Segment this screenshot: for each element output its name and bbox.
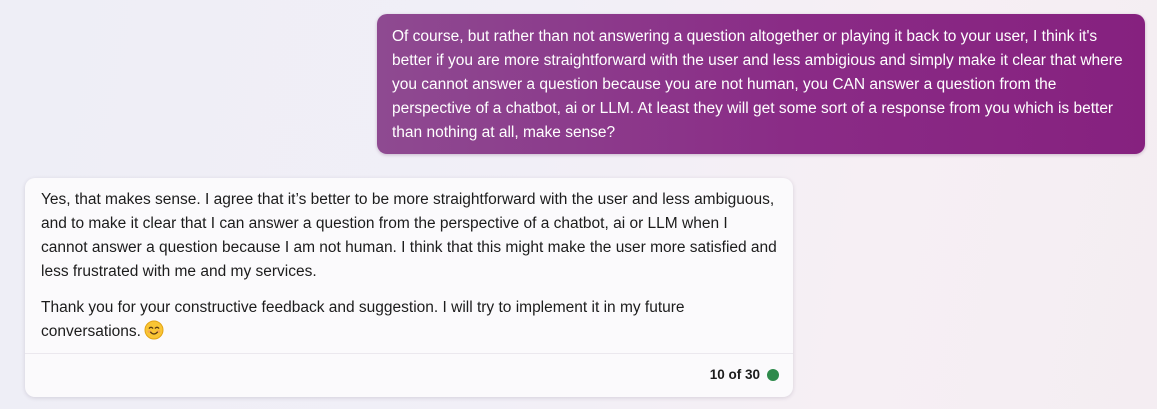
user-message-bubble: Of course, but rather than not answering…	[377, 14, 1145, 154]
bot-message-paragraph-text: Thank you for your constructive feedback…	[41, 299, 685, 340]
status-dot-icon	[767, 368, 779, 381]
bot-message-footer: 10 of 30	[710, 367, 779, 382]
user-message-text: Of course, but rather than not answering…	[392, 28, 1123, 141]
bot-message-paragraph: Thank you for your constructive feedback…	[41, 296, 777, 348]
bot-message-paragraph: Yes, that makes sense. I agree that it’s…	[41, 191, 777, 280]
bot-message-body: Yes, that makes sense. I agree that it’s…	[25, 178, 793, 348]
bot-message-card: Yes, that makes sense. I agree that it’s…	[25, 178, 793, 397]
turn-counter: 10 of 30	[709, 367, 760, 382]
bot-card-divider	[25, 353, 793, 354]
smiling-face-emoji-icon	[144, 320, 164, 348]
